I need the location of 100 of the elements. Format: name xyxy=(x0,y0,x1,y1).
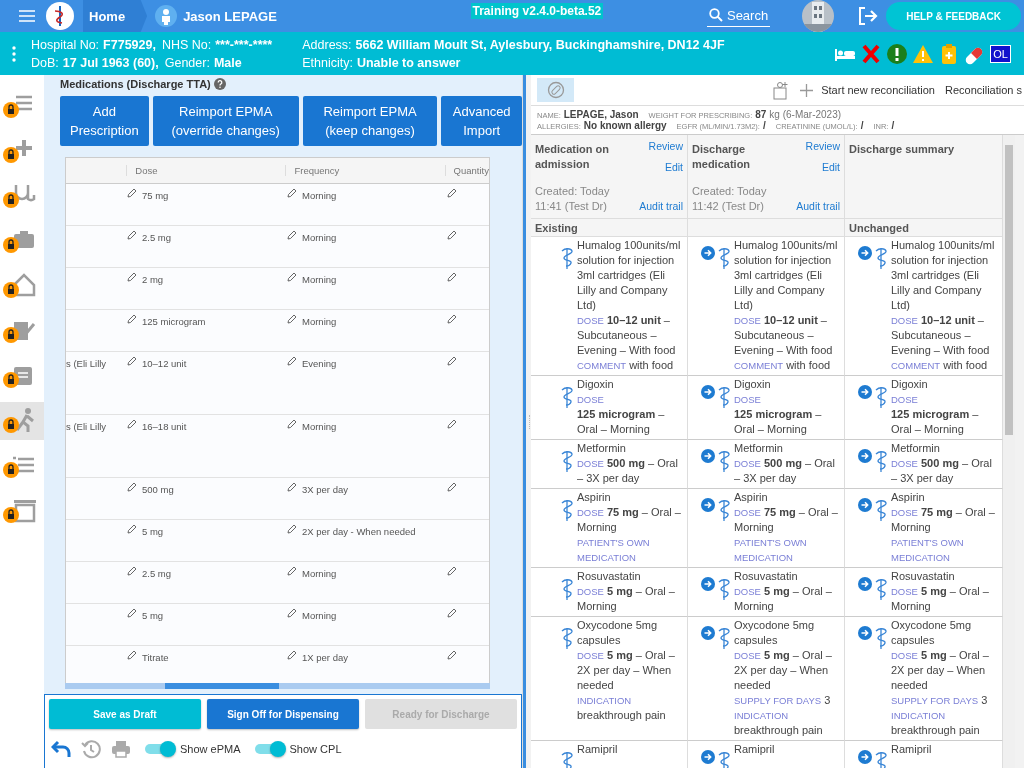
pencil-icon[interactable] xyxy=(127,482,137,492)
pencil-icon[interactable] xyxy=(287,272,297,282)
medication-detail: 125 microgram – Oral – Morning xyxy=(577,407,666,437)
scroll-thumb[interactable] xyxy=(1005,145,1013,435)
pencil-icon[interactable] xyxy=(127,314,137,324)
table-cell: Morning xyxy=(302,610,337,621)
locked-walking-person-icon[interactable] xyxy=(0,402,44,440)
pencil-icon[interactable] xyxy=(287,608,297,618)
pencil-icon[interactable] xyxy=(447,482,457,492)
pencil-icon[interactable] xyxy=(127,272,137,282)
pencil-icon[interactable] xyxy=(447,230,457,240)
pencil-icon[interactable] xyxy=(127,608,137,618)
menu-icon[interactable] xyxy=(19,10,35,22)
toggle-switch[interactable] xyxy=(254,744,284,754)
medication-detail: DOSE 75 mg – Oral – Morning xyxy=(891,505,996,535)
start-reconciliation-button[interactable]: Start new reconciliation xyxy=(800,83,935,97)
pencil-icon[interactable] xyxy=(287,482,297,492)
medication-detail: DOSE xyxy=(734,393,762,407)
action-button[interactable]: Save as Draft xyxy=(49,699,201,729)
import-button[interactable]: Reimport EPMA (keep changes) xyxy=(302,96,438,146)
arrow-circle-icon xyxy=(858,577,872,591)
alert-badge[interactable]: OL xyxy=(990,44,1011,63)
home-link[interactable]: Home xyxy=(83,0,148,32)
review-link[interactable]: Review xyxy=(805,139,840,154)
import-button[interactable]: Reimport EPMA (override changes) xyxy=(152,96,299,146)
help-icon[interactable] xyxy=(213,78,226,90)
medication-name: Rosuvastatin xyxy=(577,569,642,584)
caduceus-icon xyxy=(716,385,732,409)
caduceus-icon xyxy=(716,498,732,522)
reference-icon[interactable] xyxy=(772,80,791,100)
pencil-icon[interactable] xyxy=(127,524,137,534)
pencil-icon[interactable] xyxy=(287,419,297,429)
created-text: Created: Today 11:42 (Test Dr) xyxy=(692,184,768,214)
medication-name: Metformin xyxy=(577,441,627,456)
action-button[interactable]: Sign Off for Dispensing xyxy=(207,699,359,729)
review-link[interactable]: Review xyxy=(648,139,683,154)
pencil-icon[interactable] xyxy=(127,188,137,198)
pencil-icon[interactable] xyxy=(287,356,297,366)
help-feedback-button[interactable]: HELP & FEEDBACK xyxy=(886,2,1021,30)
medication-detail: SUPPLY FOR DAYS 3 xyxy=(734,693,832,708)
audit-trail-link[interactable]: Audit trail xyxy=(639,199,683,214)
pencil-icon[interactable] xyxy=(127,566,137,576)
medication-detail: DOSE 5 mg – Oral – 2X per day – When needed xyxy=(734,648,833,693)
medication-detail: INDICATION xyxy=(891,709,947,723)
medication-detail: INDICATION xyxy=(577,694,633,708)
pencil-icon[interactable] xyxy=(287,566,297,576)
pencil-icon[interactable] xyxy=(447,419,457,429)
pencil-icon[interactable] xyxy=(287,650,297,660)
pencil-icon[interactable] xyxy=(127,230,137,240)
medication-detail: 125 microgram – Oral – Morning xyxy=(734,407,823,437)
edit-link[interactable]: Edit xyxy=(664,160,683,175)
column-header: Frequency xyxy=(294,165,340,176)
pencil-icon[interactable] xyxy=(287,524,297,534)
table-cell: s (Eli Lilly xyxy=(66,358,107,369)
pencil-icon[interactable] xyxy=(447,356,457,366)
medication-detail: PATIENT'S OWN MEDICATION xyxy=(734,536,808,565)
caduceus-icon xyxy=(716,246,732,270)
medication-name: Humalog 100units/ml solution for injection 3ml cartridges (Eli Lilly and Company Ltd) xyxy=(734,238,839,313)
edit-link[interactable]: Edit xyxy=(821,160,840,175)
column-title: Discharge summary xyxy=(849,142,955,157)
pencil-icon[interactable] xyxy=(447,272,457,282)
medication-detail: DOSE 5 mg – Oral – 2X per day – When needed xyxy=(891,648,990,693)
scroll-thumb[interactable] xyxy=(165,683,279,689)
table-cell: 500 mg xyxy=(142,484,174,495)
undo-icon[interactable] xyxy=(51,740,71,758)
pencil-icon[interactable] xyxy=(127,419,137,429)
caduceus-icon xyxy=(559,626,575,650)
table-cell: Morning xyxy=(302,316,337,327)
pencil-icon[interactable] xyxy=(127,650,137,660)
medication-detail: breakthrough pain xyxy=(891,723,981,738)
toggle-switch[interactable] xyxy=(145,744,174,754)
import-button[interactable]: Add Prescription xyxy=(60,96,149,146)
medication-name: Rosuvastatin xyxy=(734,569,799,584)
pencil-icon[interactable] xyxy=(447,566,457,576)
pencil-icon[interactable] xyxy=(447,188,457,198)
pencil-icon[interactable] xyxy=(447,314,457,324)
info-value: No known allergy xyxy=(583,120,667,131)
logout-icon[interactable] xyxy=(858,7,879,25)
pencil-icon[interactable] xyxy=(447,608,457,618)
medication-detail: DOSE 75 mg – Oral – Morning xyxy=(577,505,682,535)
search-button[interactable]: Search xyxy=(706,5,771,27)
arrow-circle-icon xyxy=(701,750,715,764)
column-title: Medication on admission xyxy=(535,142,610,172)
medication-name: Humalog 100units/ml solution for injection 3ml cartridges (Eli Lilly and Company Ltd) xyxy=(577,238,682,313)
table-cell: 2.5 mg xyxy=(142,568,172,579)
import-button[interactable]: Advanced Import xyxy=(441,96,522,146)
pencil-icon[interactable] xyxy=(287,188,297,198)
caduceus-icon xyxy=(559,498,575,522)
exclamation-icon[interactable] xyxy=(886,42,909,65)
table-cell: Morning xyxy=(302,274,337,285)
pencil-icon[interactable] xyxy=(287,314,297,324)
column-header: Quantity xyxy=(453,165,489,176)
reconciliation-status-button[interactable]: Reconciliation s xyxy=(944,84,1024,96)
field-value: Male xyxy=(213,55,242,70)
caduceus-icon xyxy=(559,577,575,601)
audit-trail-link[interactable]: Audit trail xyxy=(796,199,840,214)
pencil-icon[interactable] xyxy=(287,230,297,240)
pencil-icon[interactable] xyxy=(127,356,137,366)
medication-name: Metformin xyxy=(734,441,784,456)
pencil-icon[interactable] xyxy=(447,650,457,660)
